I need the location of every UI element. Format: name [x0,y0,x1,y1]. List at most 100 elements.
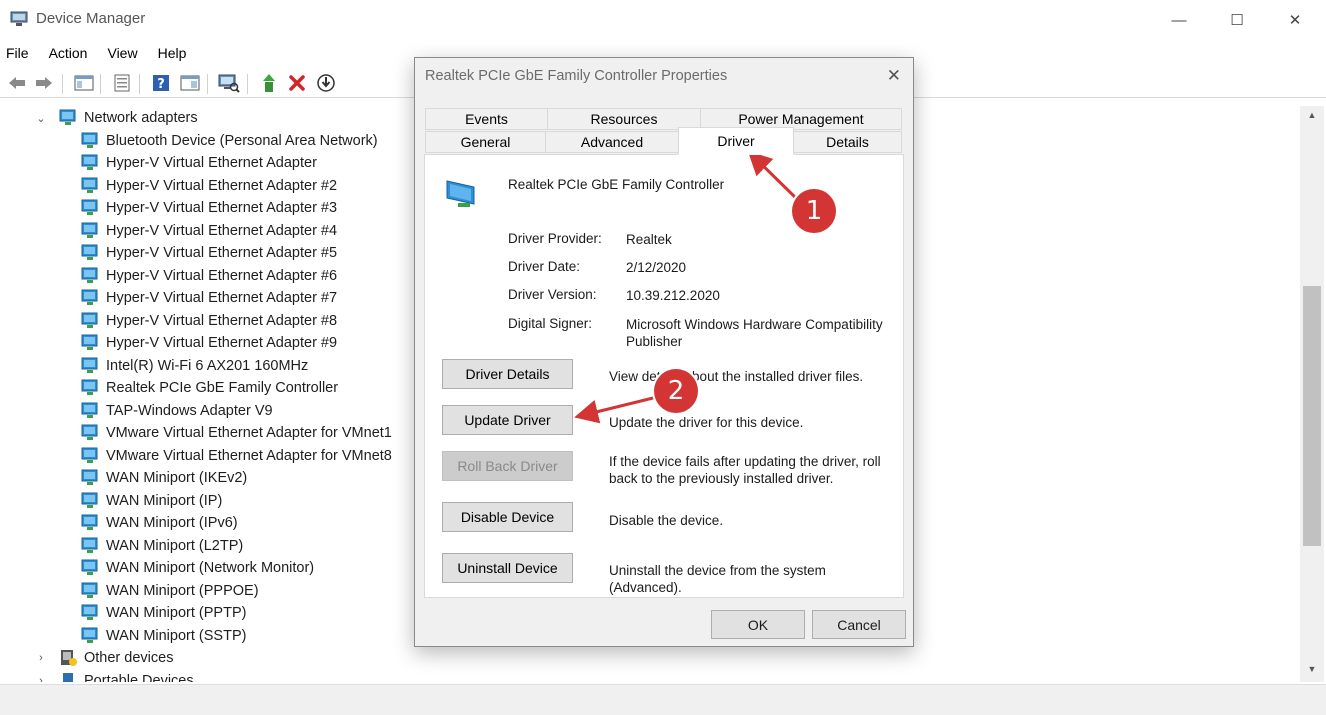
tab-driver[interactable]: Driver [678,127,794,155]
tree-category-other-devices[interactable]: › Other devices [34,647,173,669]
dialog-title: Realtek PCIe GbE Family Controller Prope… [425,68,728,84]
tree-item-label: WAN Miniport (IP) [106,492,223,509]
tree-item-label: Hyper-V Virtual Ethernet Adapter #4 [106,222,338,239]
tree-item[interactable]: Hyper-V Virtual Ethernet Adapter #7 [80,287,337,309]
tree-item[interactable]: VMware Virtual Ethernet Adapter for VMne… [80,422,392,444]
tree-item-label: Hyper-V Virtual Ethernet Adapter #5 [106,245,338,261]
tree-item[interactable]: Hyper-V Virtual Ethernet Adapter #5 [80,242,337,264]
network-adapter-icon [81,559,98,575]
network-adapter-icon [81,312,98,328]
menu-action[interactable]: Action [43,42,96,66]
back-icon[interactable] [6,72,28,94]
other-devices-icon [61,650,77,666]
network-adapter-icon [81,627,98,643]
uninstall-device-button[interactable]: Uninstall Device [442,553,573,583]
chevron-right-icon[interactable]: › [34,675,48,683]
uninstall-device-desc: Uninstall the device from the system (Ad… [609,563,826,595]
tab-advanced[interactable]: Advanced [545,131,679,153]
tree-item[interactable]: WAN Miniport (IKEv2) [80,467,247,489]
tree-item-label: Hyper-V Virtual Ethernet Adapter #9 [106,335,338,351]
tree-item[interactable]: Hyper-V Virtual Ethernet Adapter #9 [80,332,337,354]
tree-item[interactable]: Hyper-V Virtual Ethernet Adapter #2 [80,175,337,197]
tree-item[interactable]: Hyper-V Virtual Ethernet Adapter #8 [80,310,337,332]
disable-icon[interactable] [315,72,337,94]
tree-item[interactable]: Hyper-V Virtual Ethernet Adapter #4 [80,220,337,242]
tree-item-label: WAN Miniport (IKEv2) [106,470,248,486]
tree-item[interactable]: WAN Miniport (PPPOE) [80,580,259,602]
tree-item[interactable]: WAN Miniport (Network Monitor) [80,557,314,579]
menu-help[interactable]: Help [152,42,195,66]
vertical-scrollbar[interactable]: ▲ ▼ [1300,106,1324,682]
toolbar-separator [139,74,140,94]
maximize-button[interactable]: ☐ [1208,0,1266,40]
tree-item[interactable]: Hyper-V Virtual Ethernet Adapter [80,152,317,174]
roll-back-driver-button: Roll Back Driver [442,451,573,481]
network-adapter-icon [81,334,98,350]
scan-hardware-icon[interactable] [218,72,240,94]
tree-item-label: Intel(R) Wi-Fi 6 AX201 160MHz [106,357,309,374]
tree-item[interactable]: WAN Miniport (IPv6) [80,512,238,534]
chevron-down-icon[interactable]: ⌄ [34,112,48,125]
chevron-right-icon[interactable]: › [34,652,48,664]
properties-dialog: Realtek PCIe GbE Family Controller Prope… [414,57,914,647]
scroll-down-icon[interactable]: ▼ [1300,664,1324,680]
minimize-button[interactable]: — [1150,0,1208,40]
menu-view[interactable]: View [101,42,145,66]
scroll-up-icon[interactable]: ▲ [1300,110,1324,126]
tree-item-label: Bluetooth Device (Personal Area Network) [106,132,378,149]
network-adapter-icon [81,289,98,305]
tab-general[interactable]: General [425,131,546,153]
tree-item[interactable]: WAN Miniport (IP) [80,490,222,512]
cancel-button[interactable]: Cancel [812,610,906,639]
status-bar [0,684,1326,715]
tree-item-label: WAN Miniport (L2TP) [106,537,244,554]
properties-icon[interactable] [111,72,133,94]
network-adapter-icon [81,402,98,418]
dialog-close-icon[interactable]: ✕ [887,66,901,86]
network-adapter-icon [81,177,98,193]
tab-details[interactable]: Details [793,131,902,153]
disable-device-desc: Disable the device. [609,513,724,528]
digital-signer-label: Digital Signer: [508,316,593,331]
network-adapter-icon [81,244,98,260]
tree-item[interactable]: Hyper-V Virtual Ethernet Adapter #6 [80,265,337,287]
update-driver-icon[interactable] [258,72,280,94]
tree-item-label: Hyper-V Virtual Ethernet Adapter #2 [106,177,338,194]
driver-details-button[interactable]: Driver Details [442,359,573,389]
network-adapter-icon [81,379,98,395]
update-driver-button[interactable]: Update Driver [442,405,573,435]
forward-icon[interactable] [33,72,55,94]
tree-item[interactable]: WAN Miniport (PPTP) [80,602,246,624]
uninstall-icon[interactable] [286,72,308,94]
tree-item[interactable]: Hyper-V Virtual Ethernet Adapter #3 [80,197,337,219]
close-button[interactable]: ✕ [1266,0,1324,40]
show-hide-tree-icon[interactable] [73,72,95,94]
tree-item[interactable]: Intel(R) Wi-Fi 6 AX201 160MHz [80,355,308,377]
tree-category-portable-devices[interactable]: › Portable Devices [34,670,194,683]
tree-item-label: Hyper-V Virtual Ethernet Adapter [106,155,317,171]
ok-button[interactable]: OK [711,610,805,639]
digital-signer-value: Microsoft Windows Hardware Compatibility… [626,317,883,349]
network-adapter-icon [81,492,98,508]
network-adapter-icon [81,199,98,215]
tab-events[interactable]: Events [425,108,548,130]
tree-item-label: VMware Virtual Ethernet Adapter for VMne… [106,425,392,441]
disable-device-button[interactable]: Disable Device [442,502,573,532]
scrollbar-thumb[interactable] [1303,286,1321,546]
tree-item[interactable]: VMware Virtual Ethernet Adapter for VMne… [80,445,392,467]
network-adapter-icon [81,424,98,440]
tree-item[interactable]: Realtek PCIe GbE Family Controller [80,377,338,399]
tree-category-network-adapters[interactable]: ⌄ Network adapters [34,107,198,129]
toolbar-separator [62,74,63,94]
tree-item[interactable]: WAN Miniport (L2TP) [80,535,243,557]
help-icon[interactable]: ? [150,72,172,94]
menu-file[interactable]: File [0,42,37,66]
tree-item[interactable]: Bluetooth Device (Personal Area Network) [80,130,378,152]
network-adapter-icon [81,267,98,283]
tree-item[interactable]: WAN Miniport (SSTP) [80,625,246,647]
view-icon[interactable] [179,72,201,94]
tree-item[interactable]: TAP-Windows Adapter V9 [80,400,273,422]
tree-item-label: WAN Miniport (SSTP) [106,627,247,644]
network-adapter-icon [81,537,98,553]
update-driver-desc: Update the driver for this device. [609,415,804,430]
